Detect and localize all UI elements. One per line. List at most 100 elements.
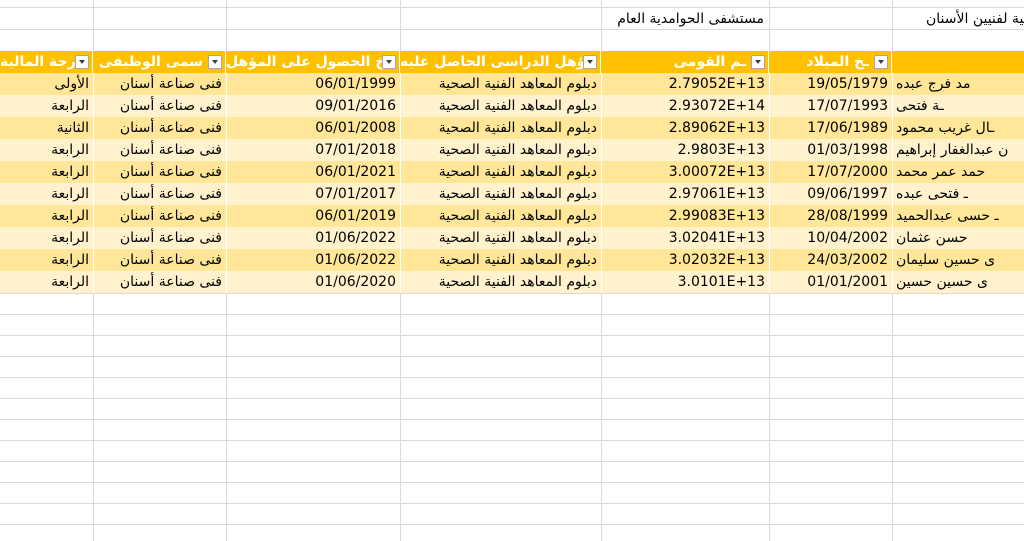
filter-dropdown-icon[interactable] [208, 55, 222, 69]
cell-national-id[interactable]: 3.0101E+13 [601, 271, 769, 293]
cell-birth-date[interactable]: 24/03/2002 [769, 249, 892, 271]
header-qualification-date[interactable]: ـخ الحصول على المؤهل [226, 51, 400, 73]
table-row[interactable]: الرابعة فنى صناعة أسنان 01/06/2022 دبلوم ال… [0, 249, 1024, 271]
cell-financial-grade[interactable]: الثانية [0, 117, 93, 139]
cell-qualification-date[interactable]: 01/06/2022 [226, 249, 400, 271]
cell-financial-grade[interactable]: الرابعة [0, 183, 93, 205]
row-gridline [0, 524, 1024, 525]
cell-employee-name[interactable]: حمد عمر محمد [892, 161, 1024, 183]
table-row[interactable]: الرابعة فنى صناعة أسنان 07/01/2017 دبلوم ال… [0, 183, 1024, 205]
cell-job-title[interactable]: فنى صناعة أسنان [93, 183, 226, 205]
sheet-title-cell[interactable]: الية لفنيين الأسنان [926, 8, 1024, 30]
cell-national-id[interactable]: 2.9803E+13 [601, 139, 769, 161]
spreadsheet-grid[interactable]: مستشفى الحوامدية العام الية لفنيين الأسن… [0, 0, 1024, 541]
cell-birth-date[interactable]: 01/01/2001 [769, 271, 892, 293]
cell-financial-grade[interactable]: الرابعة [0, 249, 93, 271]
cell-qualification[interactable]: دبلوم المعاهد الفنية الصحية [400, 227, 601, 249]
cell-national-id[interactable]: 2.89062E+13 [601, 117, 769, 139]
header-qualification-label: ؤهل الدراسى الحاصل عليه [400, 54, 586, 70]
cell-qualification[interactable]: دبلوم المعاهد الفنية الصحية [400, 117, 601, 139]
cell-financial-grade[interactable]: الرابعة [0, 227, 93, 249]
filter-dropdown-icon[interactable] [382, 55, 396, 69]
cell-qualification-date[interactable]: 06/01/2008 [226, 117, 400, 139]
cell-job-title[interactable]: فنى صناعة أسنان [93, 161, 226, 183]
header-name[interactable] [892, 51, 1024, 73]
table-row[interactable]: الرابعة فنى صناعة أسنان 06/01/2021 دبلوم ال… [0, 161, 1024, 183]
header-qualification[interactable]: ؤهل الدراسى الحاصل عليه [400, 51, 601, 73]
cell-national-id[interactable]: 3.00072E+13 [601, 161, 769, 183]
cell-qualification[interactable]: دبلوم المعاهد الفنية الصحية [400, 271, 601, 293]
header-birth-date[interactable]: ـخ الميلاد [769, 51, 892, 73]
table-row[interactable]: الرابعة فنى صناعة أسنان 01/06/2022 دبلوم ال… [0, 227, 1024, 249]
cell-qualification-date[interactable]: 06/01/2021 [226, 161, 400, 183]
cell-national-id[interactable]: 2.97061E+13 [601, 183, 769, 205]
cell-job-title[interactable]: فنى صناعة أسنان [93, 73, 226, 95]
cell-national-id[interactable]: 3.02041E+13 [601, 227, 769, 249]
cell-national-id[interactable]: 3.02032E+13 [601, 249, 769, 271]
table-row[interactable]: الرابعة فنى صناعة أسنان 06/01/2019 دبلوم ال… [0, 205, 1024, 227]
header-national-id[interactable]: ـم القومى [601, 51, 769, 73]
cell-qualification-date[interactable]: 07/01/2017 [226, 183, 400, 205]
filter-dropdown-icon[interactable] [75, 55, 89, 69]
cell-employee-name[interactable]: ى حسين حسين [892, 271, 1024, 293]
filter-dropdown-icon[interactable] [583, 55, 597, 69]
table-row[interactable]: الرابعة فنى صناعة أسنان 07/01/2018 دبلوم ال… [0, 139, 1024, 161]
table-row[interactable]: الأولى فنى صناعة أسنان 06/01/1999 دبلوم الم… [0, 73, 1024, 95]
cell-financial-grade[interactable]: الرابعة [0, 161, 93, 183]
cell-qualification[interactable]: دبلوم المعاهد الفنية الصحية [400, 161, 601, 183]
cell-financial-grade[interactable]: الرابعة [0, 139, 93, 161]
cell-qualification[interactable]: دبلوم المعاهد الفنية الصحية [400, 205, 601, 227]
cell-birth-date[interactable]: 01/03/1998 [769, 139, 892, 161]
cell-qualification[interactable]: دبلوم المعاهد الفنية الصحية [400, 139, 601, 161]
cell-job-title[interactable]: فنى صناعة أسنان [93, 227, 226, 249]
cell-qualification-date[interactable]: 06/01/1999 [226, 73, 400, 95]
header-financial-grade[interactable]: رجة المالية [0, 51, 93, 73]
filter-dropdown-icon[interactable] [874, 55, 888, 69]
cell-qualification-date[interactable]: 01/06/2022 [226, 227, 400, 249]
cell-job-title[interactable]: فنى صناعة أسنان [93, 271, 226, 293]
cell-qualification[interactable]: دبلوم المعاهد الفنية الصحية [400, 73, 601, 95]
table-row[interactable]: الثانية فنى صناعة أسنان 06/01/2008 دبلوم ال… [0, 117, 1024, 139]
cell-financial-grade[interactable]: الرابعة [0, 95, 93, 117]
cell-qualification-date[interactable]: 01/06/2020 [226, 271, 400, 293]
cell-employee-name[interactable]: حسن عثمان [892, 227, 1024, 249]
cell-employee-name[interactable]: ن عبدالغفار إبراهيم [892, 139, 1024, 161]
cell-qualification[interactable]: دبلوم المعاهد الفنية الصحية [400, 183, 601, 205]
cell-qualification-date[interactable]: 09/01/2016 [226, 95, 400, 117]
table-row[interactable]: الرابعة فنى صناعة أسنان 01/06/2020 دبلوم ال… [0, 271, 1024, 293]
header-job-title[interactable]: سمى الوظيفى [93, 51, 226, 73]
cell-qualification-date[interactable]: 06/01/2019 [226, 205, 400, 227]
cell-qualification-date[interactable]: 07/01/2018 [226, 139, 400, 161]
table-row[interactable]: الرابعة فنى صناعة أسنان 09/01/2016 دبلوم ال… [0, 95, 1024, 117]
cell-national-id[interactable]: 2.93072E+14 [601, 95, 769, 117]
cell-birth-date[interactable]: 28/08/1999 [769, 205, 892, 227]
cell-job-title[interactable]: فنى صناعة أسنان [93, 205, 226, 227]
cell-job-title[interactable]: فنى صناعة أسنان [93, 249, 226, 271]
cell-birth-date[interactable]: 19/05/1979 [769, 73, 892, 95]
cell-birth-date[interactable]: 09/06/1997 [769, 183, 892, 205]
cell-employee-name[interactable]: ى حسين سليمان [892, 249, 1024, 271]
cell-birth-date[interactable]: 10/04/2002 [769, 227, 892, 249]
cell-qualification[interactable]: دبلوم المعاهد الفنية الصحية [400, 249, 601, 271]
cell-birth-date[interactable]: 17/06/1989 [769, 117, 892, 139]
cell-financial-grade[interactable]: الرابعة [0, 205, 93, 227]
cell-financial-grade[interactable]: الرابعة [0, 271, 93, 293]
row-gridline [0, 419, 1024, 420]
hospital-name-cell[interactable]: مستشفى الحوامدية العام [600, 8, 768, 30]
cell-financial-grade[interactable]: الأولى [0, 73, 93, 95]
cell-employee-name[interactable]: مد فرج عبده [892, 73, 1024, 95]
cell-job-title[interactable]: فنى صناعة أسنان [93, 95, 226, 117]
cell-employee-name[interactable]: ـة فتحى [892, 95, 1024, 117]
cell-border [892, 139, 893, 161]
cell-job-title[interactable]: فنى صناعة أسنان [93, 117, 226, 139]
cell-qualification[interactable]: دبلوم المعاهد الفنية الصحية [400, 95, 601, 117]
cell-national-id[interactable]: 2.99083E+13 [601, 205, 769, 227]
filter-dropdown-icon[interactable] [751, 55, 765, 69]
cell-employee-name[interactable]: ـال غريب محمود [892, 117, 1024, 139]
cell-employee-name[interactable]: ـ فتحى عبده [892, 183, 1024, 205]
cell-birth-date[interactable]: 17/07/1993 [769, 95, 892, 117]
cell-national-id[interactable]: 2.79052E+13 [601, 73, 769, 95]
cell-birth-date[interactable]: 17/07/2000 [769, 161, 892, 183]
cell-job-title[interactable]: فنى صناعة أسنان [93, 139, 226, 161]
cell-employee-name[interactable]: ـ حسى عبدالحميد [892, 205, 1024, 227]
